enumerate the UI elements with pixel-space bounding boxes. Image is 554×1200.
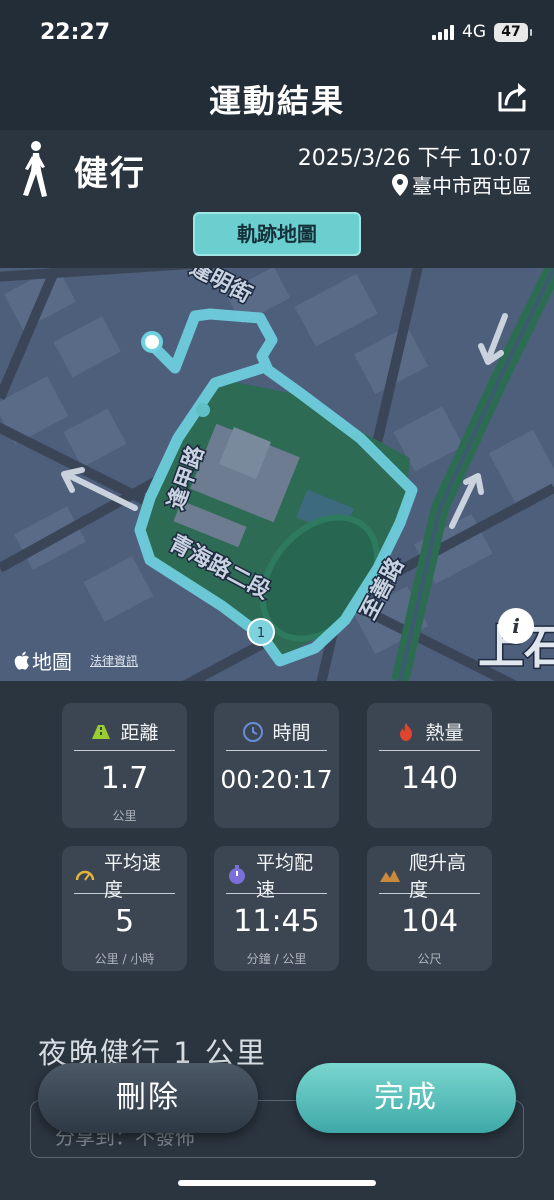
stat-label: 平均速度 [104,851,162,901]
stat-card-calories: 熱量 140 [367,703,492,828]
home-indicator [178,1180,376,1186]
share-icon[interactable] [494,78,532,116]
apple-logo-icon [14,651,29,670]
stat-card-elevation: 爬升高度 104 公尺 [367,846,492,971]
stat-value: 104 [400,904,459,939]
network-type: 4G [462,22,486,42]
map-attribution: 地圖 法律資訊 [14,646,138,675]
flame-icon [400,722,413,741]
waypoint-dot [196,403,210,417]
stat-value: 5 [114,904,135,939]
activity-datetime: 2025/3/26 下午 10:07 [297,146,532,171]
km-marker-label: 1 [257,626,265,641]
map-canvas: 1 逢明街 逢甲路 青海路二段 至善路 上石 [0,268,554,681]
stat-unit: 公尺 [417,952,442,966]
location-pin-icon [392,173,408,196]
map-info-button[interactable]: i [498,608,534,644]
page-title: 運動結果 [208,82,345,120]
stat-card-distance: 距離 1.7 公里 [62,703,187,828]
walking-person-icon [23,141,47,197]
stat-value: 00:20:17 [220,765,333,794]
status-time: 22:27 [40,20,111,45]
legal-info-link[interactable]: 法律資訊 [90,652,138,669]
stat-label: 平均配速 [256,851,314,901]
route-map[interactable]: 1 逢明街 逢甲路 青海路二段 至善路 上石 i 地圖 法律資訊 [0,268,554,681]
stat-card-time: 時間 00:20:17 [214,703,339,828]
stat-unit: 公里 [112,809,137,823]
start-marker [141,331,163,353]
status-bar: 22:27 4G 47 [0,0,554,62]
stat-value: 140 [400,761,459,796]
stopwatch-icon [229,864,245,884]
done-button[interactable]: 完成 [296,1063,516,1133]
clock-icon [243,721,264,742]
activity-location: 臺中市西屯區 [392,170,532,199]
stat-unit: 公里 / 小時 [94,952,155,966]
mountain-icon [380,869,400,882]
stat-unit: 分鐘 / 公里 [246,952,307,966]
nav-bar: 運動結果 [0,62,554,130]
stat-value: 1.7 [100,761,149,796]
battery-icon: 47 [494,22,532,42]
tab-track-map[interactable]: 軌跡地圖 [193,212,361,256]
maps-label: 地圖 [32,650,72,674]
activity-header: 健行 2025/3/26 下午 10:07 臺中市西屯區 軌跡地圖 [0,130,554,270]
status-indicators: 4G 47 [432,22,532,42]
location-text: 臺中市西屯區 [412,174,532,198]
stat-card-avg-speed: 平均速度 5 公里 / 小時 [62,846,187,971]
speedometer-icon [75,870,95,881]
stat-label: 時間 [272,722,311,744]
signal-icon [432,24,454,40]
activity-type: 健行 [74,154,146,194]
stat-label: 爬升高度 [409,851,467,901]
road-icon [92,724,111,739]
delete-button[interactable]: 刪除 [38,1063,258,1133]
stat-value: 11:45 [233,904,320,939]
stat-label: 距離 [120,722,159,744]
stat-card-avg-pace: 平均配速 11:45 分鐘 / 公里 [214,846,339,971]
apple-maps-logo: 地圖 [14,646,72,675]
stat-label: 熱量 [425,722,464,744]
